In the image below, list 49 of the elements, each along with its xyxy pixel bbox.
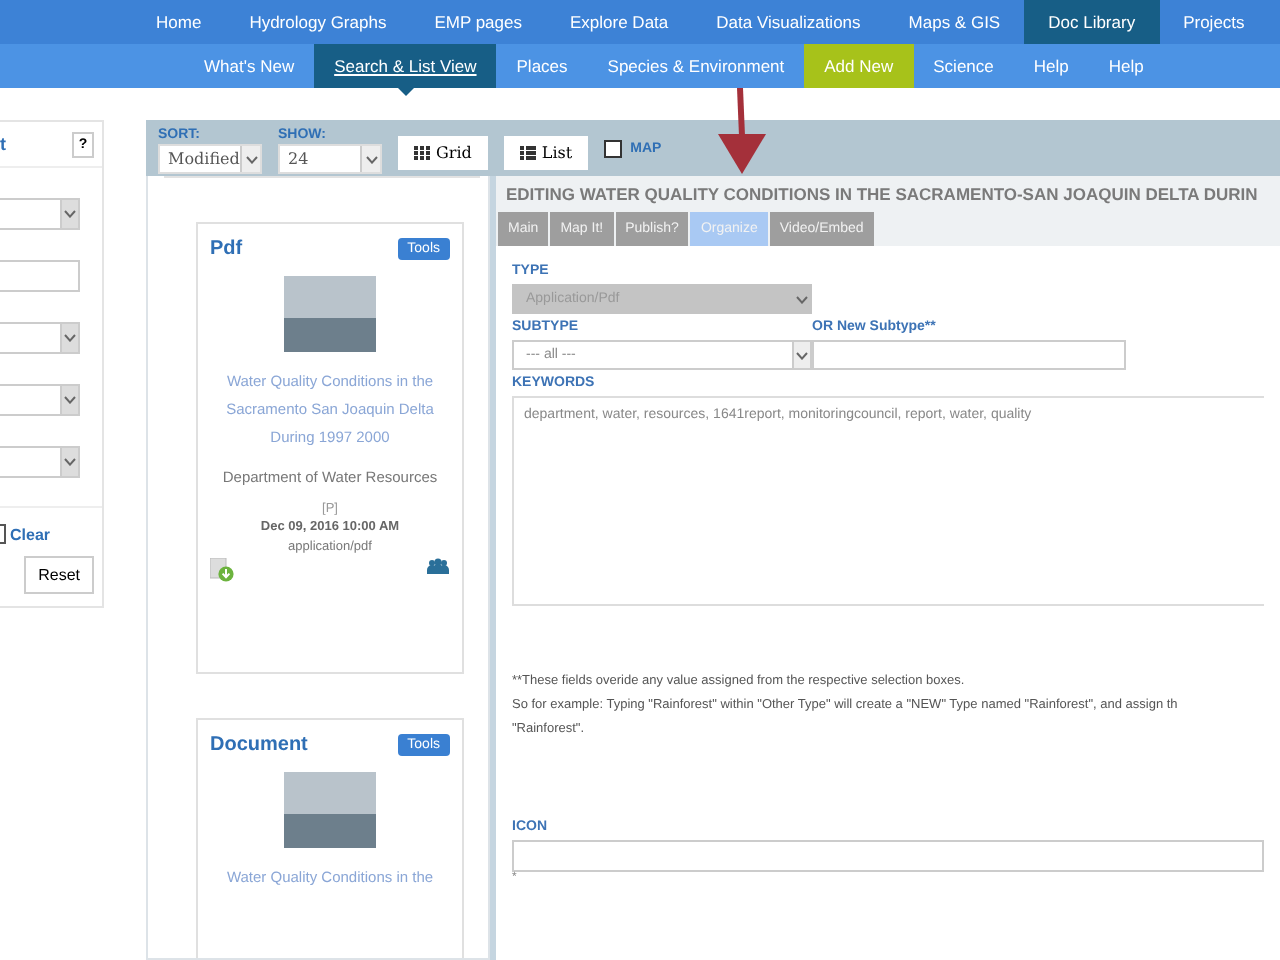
chevron-down-icon [796,351,808,359]
chevron-down-icon [64,396,76,404]
clear-link[interactable]: Clear [10,525,51,543]
filter-select[interactable] [0,384,80,416]
nav-link[interactable]: Hydrology Graphs [225,0,411,44]
new-subtype-input[interactable] [812,340,1126,370]
chevron-down-icon [64,210,76,218]
nav-link[interactable]: EMP pages [410,0,546,44]
nav-link[interactable]: Projects [1159,0,1269,44]
sort-select[interactable]: Modified [158,144,262,174]
chevron-down-icon [796,295,808,303]
chevron-down-icon [365,155,377,163]
filter-select[interactable] [0,446,80,478]
subnav-link[interactable]: Add New [804,44,914,88]
chevron-down-icon [245,155,257,163]
grid-icon [414,146,430,160]
panel-title: t [0,134,6,154]
icon-input[interactable] [512,840,1264,872]
list-icon [519,146,536,160]
arrow-drawing [718,88,766,174]
nav-link[interactable]: Maps & GIS [884,0,1025,44]
checkbox-icon [0,524,6,544]
subnav-link[interactable]: Places [496,44,588,88]
nav-link[interactable]: Home [132,0,226,44]
subnav-link[interactable]: Species & Environment [587,44,805,88]
filter-select[interactable] [0,198,80,230]
filter-input[interactable] [0,260,80,292]
filter-select[interactable] [0,322,80,354]
reset-button[interactable]: Reset [24,556,94,594]
view-button[interactable]: List [503,136,589,170]
editor-title: EDITING WATER QUALITY CONDITIONS IN THE SACRAMENTO-SAN JOAQUIN DELTA DURIN [496,176,1280,212]
chevron-down-icon [64,458,76,466]
subnav-link[interactable]: Science [913,44,1014,88]
photo-placeholder [284,772,376,848]
download-icon [210,558,234,582]
result-type: Pdf [210,238,243,260]
subnav-link[interactable]: Help [1013,44,1089,88]
chevron-down-icon [64,334,76,342]
nav-link[interactable]: Data Visualizations [692,0,885,44]
show-select[interactable]: 24 [278,144,382,174]
map-checkbox[interactable] [604,140,623,158]
subnav-link[interactable]: Help [1088,44,1164,88]
nav-link[interactable]: Doc Library [1024,0,1160,44]
group-icon [426,558,450,574]
subnav-link[interactable]: What's New [184,44,315,88]
photo-placeholder [284,276,376,352]
view-button[interactable]: Grid [398,136,488,170]
result-type: Document [210,734,308,756]
nav-link[interactable]: Explore Data [546,0,693,44]
